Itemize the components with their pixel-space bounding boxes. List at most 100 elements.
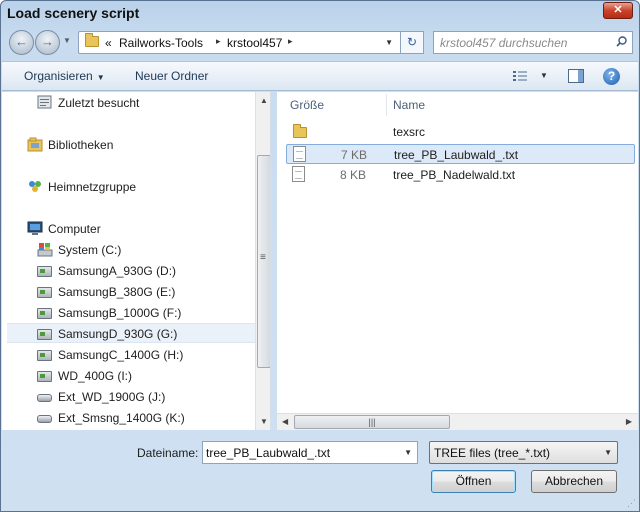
drive-icon xyxy=(37,329,52,340)
filename-label: Dateiname: xyxy=(137,446,199,460)
view-options-icon[interactable] xyxy=(513,70,527,82)
command-bar: Organisieren ▼ Neuer Ordner ▼ ? xyxy=(2,61,638,91)
sidebar-item-label: WD_400G (I:) xyxy=(58,369,133,383)
folder-icon xyxy=(293,124,307,138)
external-drive-icon xyxy=(37,394,52,402)
title-bar: Load scenery script ✕ xyxy=(1,1,639,27)
sidebar-item-recent-places[interactable]: Zuletzt besucht xyxy=(2,93,252,113)
scroll-left-arrow-icon[interactable]: ◀ xyxy=(282,417,288,426)
sidebar-item-label: SamsungB_1000G (F:) xyxy=(58,306,182,320)
dialog-title: Load scenery script xyxy=(7,5,140,21)
sidebar-item-drive-j[interactable]: Ext_WD_1900G (J:) xyxy=(2,387,252,407)
system-drive-icon xyxy=(37,243,53,257)
navigation-bar: ← → ▼ « Railworks-Tools ▸ krstool457 ▸ ▼… xyxy=(1,27,639,59)
homegroup-icon xyxy=(29,181,41,192)
sidebar-item-label: Ext_WD_1900G (J:) xyxy=(58,390,166,404)
breadcrumb-chevron-icon[interactable]: ▸ xyxy=(288,36,293,47)
sidebar-item-drive-i[interactable]: WD_400G (I:) xyxy=(2,366,252,386)
file-size: 7 KB xyxy=(340,148,367,162)
view-dropdown-arrow[interactable]: ▼ xyxy=(540,71,548,80)
file-open-dialog: Load scenery script ✕ ← → ▼ « Railworks-… xyxy=(0,0,640,512)
navigation-pane-scrollbar[interactable]: ▲ ▼ xyxy=(255,92,270,430)
scroll-right-arrow-icon[interactable]: ▶ xyxy=(626,417,632,426)
address-dropdown-arrow[interactable]: ▼ xyxy=(385,38,393,47)
filetype-value: TREE files (tree_*.txt) xyxy=(434,446,551,460)
file-name: texsrc xyxy=(393,125,426,139)
chevron-down-icon: ▼ xyxy=(96,73,105,82)
sidebar-item-drive-f[interactable]: SamsungB_1000G (F:) xyxy=(2,303,252,323)
breadcrumb-railworks-tools[interactable]: Railworks-Tools xyxy=(119,36,203,50)
breadcrumb-overflow[interactable]: « xyxy=(105,36,112,50)
breadcrumb-krstool457[interactable]: krstool457 xyxy=(227,36,282,50)
scrollbar-thumb[interactable]: ||| xyxy=(294,415,450,429)
organize-menu[interactable]: Organisieren ▼ xyxy=(24,69,105,83)
organize-label: Organisieren xyxy=(24,69,93,83)
sidebar-item-label: SamsungA_930G (D:) xyxy=(58,264,177,278)
column-header-size[interactable]: Größe xyxy=(290,98,324,112)
search-input[interactable] xyxy=(440,35,610,50)
recent-places-icon xyxy=(37,95,52,109)
sidebar-item-drive-d[interactable]: SamsungA_930G (D:) xyxy=(2,261,252,281)
file-list-horizontal-scrollbar[interactable]: ◀ ||| ▶ xyxy=(277,413,638,430)
sidebar-item-drive-e[interactable]: SamsungB_380G (E:) xyxy=(2,282,252,302)
scrollbar-thumb[interactable] xyxy=(257,155,270,368)
sidebar-item-label: SamsungD_930G (G:) xyxy=(58,327,178,341)
filetype-select[interactable]: TREE files (tree_*.txt) ▼ xyxy=(429,441,618,464)
address-bar[interactable]: « Railworks-Tools ▸ krstool457 ▸ ▼ xyxy=(78,31,424,54)
libraries-icon xyxy=(27,137,43,152)
drive-icon xyxy=(37,287,52,298)
scroll-up-arrow-icon[interactable]: ▲ xyxy=(260,96,268,105)
back-button[interactable]: ← xyxy=(9,30,34,55)
sidebar-item-homegroup[interactable]: Heimnetzgruppe xyxy=(2,177,252,197)
external-drive-icon xyxy=(37,415,52,423)
sidebar-item-libraries[interactable]: Bibliotheken xyxy=(2,135,252,155)
close-button[interactable]: ✕ xyxy=(603,2,633,19)
computer-icon xyxy=(27,221,43,235)
scroll-down-arrow-icon[interactable]: ▼ xyxy=(260,417,268,426)
drive-icon xyxy=(37,308,52,319)
search-icon[interactable] xyxy=(616,36,627,47)
sidebar-item-label: Ext_Smsng_1400G (K:) xyxy=(58,411,185,425)
file-name: tree_PB_Laubwald_.txt xyxy=(394,148,519,162)
file-row-nadelwald[interactable]: 8 KB tree_PB_Nadelwald.txt xyxy=(286,165,635,185)
sidebar-item-label: Bibliotheken xyxy=(48,138,114,152)
help-icon[interactable]: ? xyxy=(603,68,620,85)
drive-icon xyxy=(37,266,52,277)
navigation-pane: Zuletzt besucht Bibliotheken Heimnetzgru… xyxy=(2,92,271,430)
sidebar-item-label: Zuletzt besucht xyxy=(58,96,140,110)
sidebar-item-label: System (C:) xyxy=(58,243,122,257)
sidebar-item-label: SamsungB_380G (E:) xyxy=(58,285,176,299)
refresh-button[interactable]: ↻ xyxy=(400,31,424,54)
sidebar-item-drive-h[interactable]: SamsungC_1400G (H:) xyxy=(2,345,252,365)
filename-combobox[interactable]: ▼ xyxy=(202,441,418,464)
open-button[interactable]: Öffnen xyxy=(431,470,516,493)
search-box[interactable] xyxy=(433,31,633,54)
breadcrumb-chevron-icon[interactable]: ▸ xyxy=(216,36,221,47)
column-header-name[interactable]: Name xyxy=(393,98,425,112)
sidebar-item-computer[interactable]: Computer xyxy=(2,219,252,239)
resize-grip-icon[interactable]: ⋰ xyxy=(627,499,637,509)
forward-button[interactable]: → xyxy=(35,30,60,55)
column-divider[interactable] xyxy=(386,94,387,116)
drive-icon xyxy=(37,350,52,361)
file-list-pane: Größe Name texsrc 7 KB tree_PB_Laubwald_… xyxy=(277,92,638,430)
filename-input[interactable] xyxy=(206,445,396,460)
sidebar-item-drive-k[interactable]: Ext_Smsng_1400G (K:) xyxy=(2,408,252,428)
file-name: tree_PB_Nadelwald.txt xyxy=(393,168,516,182)
sidebar-item-label: Heimnetzgruppe xyxy=(48,180,137,194)
file-size: 8 KB xyxy=(339,168,366,182)
sidebar-item-label: Computer xyxy=(48,222,101,236)
sidebar-item-system-c[interactable]: System (C:) xyxy=(2,240,252,260)
folder-icon xyxy=(85,33,99,47)
file-row-texsrc[interactable]: texsrc xyxy=(286,122,635,142)
cancel-button[interactable]: Abbrechen xyxy=(531,470,617,493)
chevron-down-icon: ▼ xyxy=(604,448,612,457)
preview-pane-icon[interactable] xyxy=(568,69,584,83)
file-row-laubwald[interactable]: 7 KB tree_PB_Laubwald_.txt xyxy=(286,144,635,164)
sidebar-item-label: SamsungC_1400G (H:) xyxy=(58,348,184,362)
sidebar-item-drive-g[interactable]: SamsungD_930G (G:) xyxy=(7,323,257,343)
drive-icon xyxy=(37,371,52,382)
chevron-down-icon[interactable]: ▼ xyxy=(404,448,412,457)
recent-locations-dropdown[interactable]: ▼ xyxy=(63,36,71,45)
new-folder-button[interactable]: Neuer Ordner xyxy=(135,69,208,83)
